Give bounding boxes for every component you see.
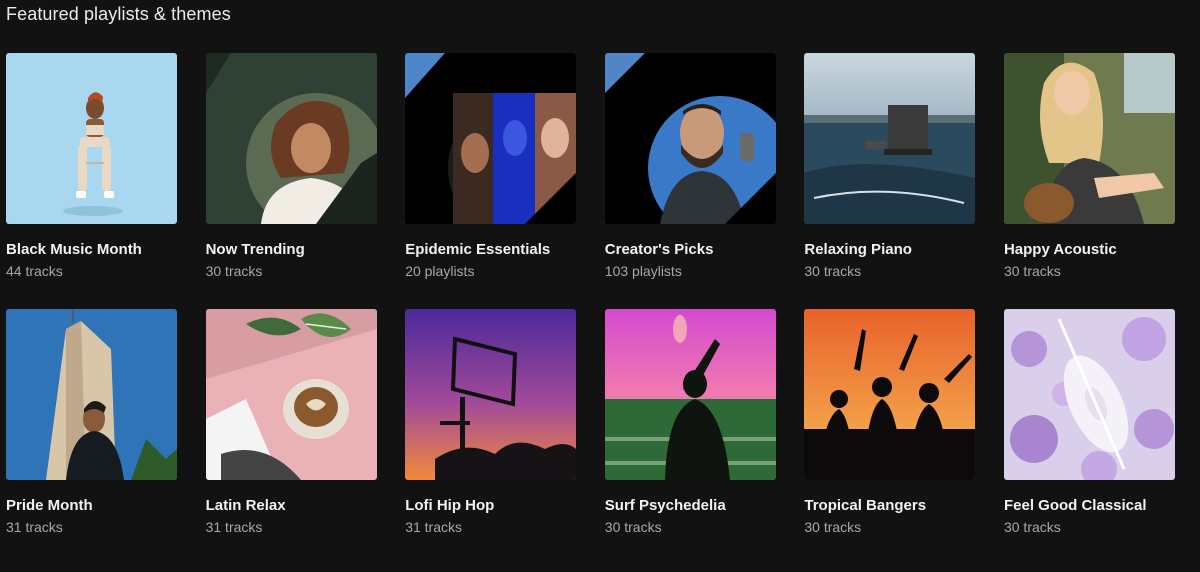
playlist-title[interactable]: Happy Acoustic [1004, 241, 1175, 259]
playlist-cover[interactable] [6, 309, 177, 480]
playlist-track-count: 30 tracks [1003, 263, 1061, 279]
playlist-cover[interactable] [604, 309, 776, 480]
playlist-title[interactable]: Feel Good Classical [1004, 497, 1175, 515]
playlist-count: 103 playlists [604, 263, 682, 279]
cover-artwork [405, 309, 577, 480]
playlist-card-pride-month[interactable]: Pride Month 31 tracks [6, 309, 177, 565]
playlist-card-now-trending[interactable]: Now Trending 30 tracks [205, 53, 377, 309]
cover-artwork [6, 309, 177, 480]
playlist-track-count: 31 tracks [405, 519, 462, 535]
playlist-card-epidemic-essentials[interactable]: Epidemic Essentials 20 playlists [405, 53, 577, 309]
playlist-title[interactable]: Tropical Bangers [804, 497, 975, 515]
playlist-cover[interactable] [205, 309, 377, 480]
cover-artwork [1003, 53, 1175, 224]
playlist-track-count: 44 tracks [6, 263, 63, 279]
playlist-cover[interactable] [405, 309, 577, 480]
playlist-count: 20 playlists [405, 263, 475, 279]
cover-artwork [804, 309, 976, 480]
playlist-cover[interactable] [205, 53, 377, 224]
cover-artwork [1003, 309, 1175, 480]
playlist-track-count: 30 tracks [1003, 519, 1061, 535]
cover-artwork [804, 53, 976, 224]
playlist-card-relaxing-piano[interactable]: Relaxing Piano 30 tracks [804, 53, 976, 309]
playlist-track-count: 30 tracks [804, 263, 862, 279]
playlist-card-lofi-hip-hop[interactable]: Lofi Hip Hop 31 tracks [405, 309, 577, 565]
cover-artwork [604, 309, 776, 480]
playlist-cover[interactable] [1003, 309, 1175, 480]
playlist-title[interactable]: Latin Relax [206, 497, 377, 515]
playlist-cover[interactable] [804, 53, 976, 224]
cover-artwork [604, 53, 776, 224]
playlist-card-creators-picks[interactable]: Creator's Picks 103 playlists [604, 53, 776, 309]
cover-artwork [405, 53, 577, 224]
playlist-title[interactable]: Lofi Hip Hop [405, 497, 576, 515]
playlist-track-count: 31 tracks [6, 519, 63, 535]
playlist-cover[interactable] [804, 309, 976, 480]
playlist-cover[interactable] [1003, 53, 1175, 224]
playlist-card-happy-acoustic[interactable]: Happy Acoustic 30 tracks [1003, 53, 1175, 309]
playlist-cover[interactable] [6, 53, 177, 224]
playlist-track-count: 30 tracks [604, 519, 662, 535]
playlist-cover[interactable] [604, 53, 776, 224]
playlist-card-latin-relax[interactable]: Latin Relax 31 tracks [205, 309, 377, 565]
playlist-track-count: 30 tracks [804, 519, 862, 535]
playlist-card-surf-psychedelia[interactable]: Surf Psychedelia 30 tracks [604, 309, 776, 565]
section-title: Featured playlists & themes [6, 4, 231, 24]
playlist-title[interactable]: Pride Month [6, 497, 177, 515]
playlist-track-count: 31 tracks [205, 519, 263, 535]
playlist-track-count: 30 tracks [205, 263, 263, 279]
playlist-card-black-music-month[interactable]: Black Music Month 44 tracks [6, 53, 177, 309]
playlist-grid: Black Music Month 44 tracks Now Trending… [6, 53, 1175, 565]
playlist-card-feel-good-classical[interactable]: Feel Good Classical 30 tracks [1003, 309, 1175, 565]
playlist-title[interactable]: Epidemic Essentials [405, 241, 576, 259]
cover-artwork [6, 53, 177, 224]
playlist-title[interactable]: Surf Psychedelia [605, 497, 776, 515]
playlist-title[interactable]: Now Trending [206, 241, 377, 259]
cover-artwork [205, 309, 377, 480]
playlist-cover[interactable] [405, 53, 577, 224]
playlist-title[interactable]: Creator's Picks [605, 241, 776, 259]
playlist-title[interactable]: Relaxing Piano [804, 241, 975, 259]
cover-artwork [205, 53, 377, 224]
playlist-title[interactable]: Black Music Month [6, 241, 177, 259]
playlist-card-tropical-bangers[interactable]: Tropical Bangers 30 tracks [804, 309, 976, 565]
